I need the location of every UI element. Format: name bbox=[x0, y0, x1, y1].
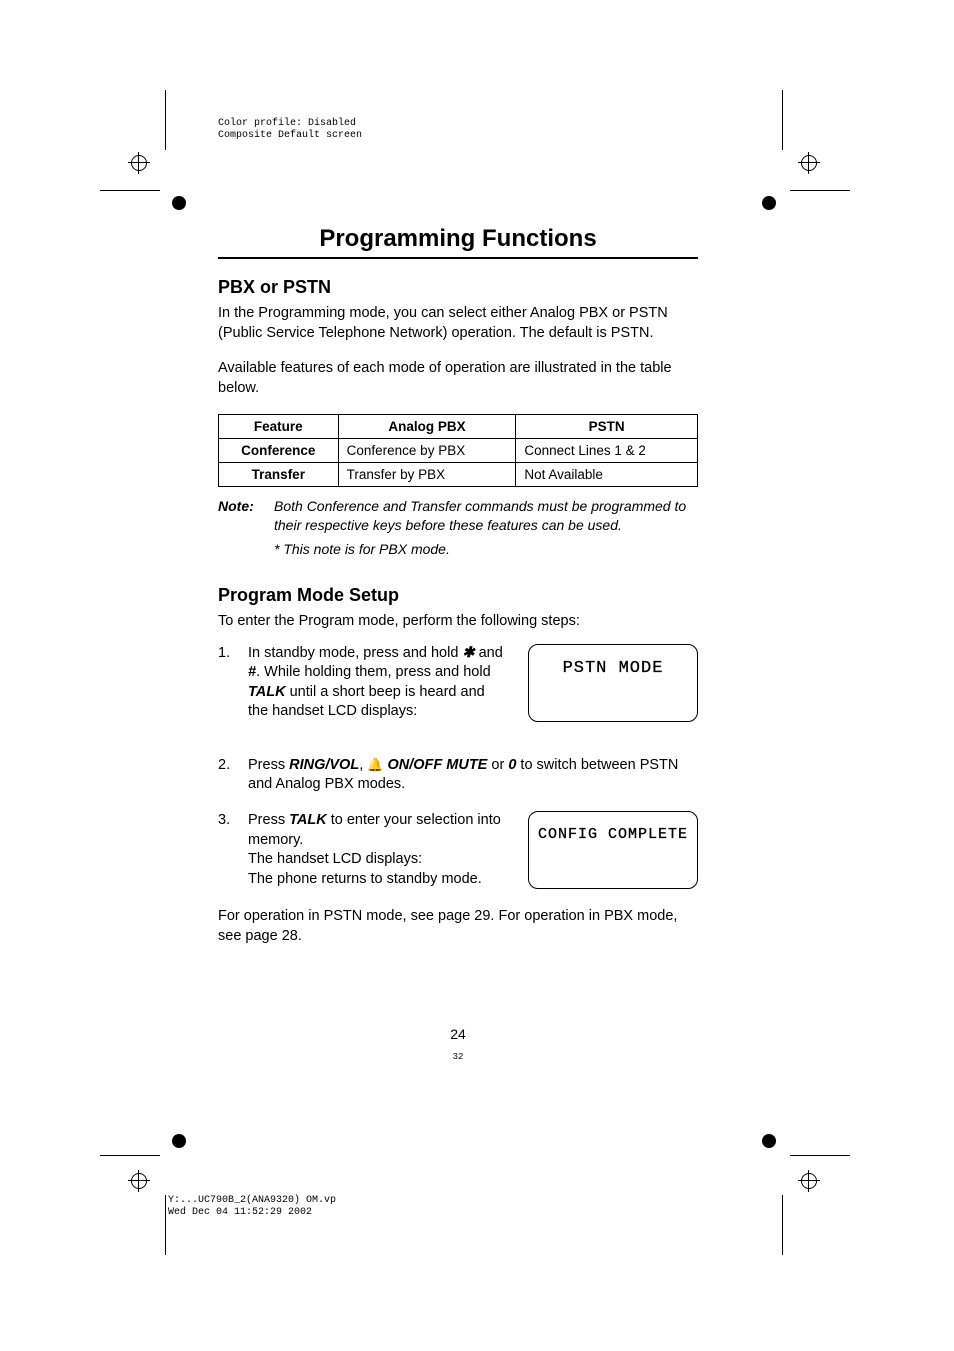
intro-paragraph-2: Available features of each mode of opera… bbox=[218, 359, 698, 398]
step-1-row: 1. In standby mode, press and hold ✱ and… bbox=[218, 644, 698, 738]
crop-dot bbox=[172, 1134, 186, 1148]
hash-key: # bbox=[248, 664, 256, 680]
cell-feature: Transfer bbox=[219, 463, 339, 487]
step-2: 2. Press RING/VOL, 🔔 ON/OFF MUTE or 0 to… bbox=[218, 756, 698, 795]
crop-mark bbox=[782, 90, 783, 150]
ring-vol-key: RING/VOL bbox=[289, 757, 359, 773]
crop-mark bbox=[100, 190, 160, 191]
crop-mark bbox=[790, 1155, 850, 1156]
table-row: Conference Conference by PBX Connect Lin… bbox=[219, 439, 698, 463]
step-body: Press RING/VOL, 🔔 ON/OFF MUTE or 0 to sw… bbox=[248, 756, 698, 795]
lcd-display-2: CONFIG COMPLETE bbox=[528, 811, 698, 889]
program-mode-intro: To enter the Program mode, perform the f… bbox=[218, 612, 698, 632]
table-header-row: Feature Analog PBX PSTN bbox=[219, 415, 698, 439]
step-body: Press TALK to enter your selection into … bbox=[248, 811, 504, 889]
crop-mark bbox=[100, 1155, 160, 1156]
page-content: Programming Functions PBX or PSTN In the… bbox=[218, 225, 698, 1062]
step-3: 3. Press TALK to enter your selection in… bbox=[218, 811, 504, 889]
asterisk-key: ✱ bbox=[462, 645, 474, 661]
regmark-top-left bbox=[128, 152, 158, 182]
feature-table: Feature Analog PBX PSTN Conference Confe… bbox=[218, 414, 698, 487]
page-number-small: 32 bbox=[218, 1052, 698, 1062]
bell-icon: 🔔 bbox=[367, 757, 383, 772]
section-program-mode-title: Program Mode Setup bbox=[218, 585, 698, 606]
cell-analog: Transfer by PBX bbox=[338, 463, 516, 487]
cell-pstn: Connect Lines 1 & 2 bbox=[516, 439, 698, 463]
th-feature: Feature bbox=[219, 415, 339, 439]
section-pbx-or-pstn-title: PBX or PSTN bbox=[218, 277, 698, 298]
onoff-mute-key: ON/OFF MUTE bbox=[383, 757, 487, 773]
cell-analog: Conference by PBX bbox=[338, 439, 516, 463]
step-3-row: 3. Press TALK to enter your selection in… bbox=[218, 811, 698, 889]
note-sub: * This note is for PBX mode. bbox=[274, 541, 698, 557]
meta-file-footer: Y:...UC790B_2(ANA9320) OM.vp Wed Dec 04 … bbox=[168, 1195, 336, 1219]
lcd-display-1: PSTN MODE bbox=[528, 644, 698, 722]
intro-paragraph-1: In the Programming mode, you can select … bbox=[218, 304, 698, 343]
cell-feature: Conference bbox=[219, 439, 339, 463]
regmark-bottom-left bbox=[128, 1170, 158, 1200]
lcd-text: CONFIG COMPLETE bbox=[538, 826, 688, 843]
step-number: 3. bbox=[218, 811, 248, 889]
crop-mark bbox=[165, 1195, 166, 1255]
regmark-top-right bbox=[798, 152, 828, 182]
crop-mark bbox=[782, 1195, 783, 1255]
crop-dot bbox=[762, 1134, 776, 1148]
step-1: 1. In standby mode, press and hold ✱ and… bbox=[218, 644, 504, 722]
lcd-text: PSTN MODE bbox=[563, 659, 664, 678]
note-block: Note: Both Conference and Transfer comma… bbox=[218, 497, 698, 535]
th-analog-pbx: Analog PBX bbox=[338, 415, 516, 439]
meta-color-profile: Color profile: Disabled Composite Defaul… bbox=[218, 118, 362, 142]
step-body: In standby mode, press and hold ✱ and #.… bbox=[248, 644, 504, 722]
step-number: 1. bbox=[218, 644, 248, 722]
cell-pstn: Not Available bbox=[516, 463, 698, 487]
table-row: Transfer Transfer by PBX Not Available bbox=[219, 463, 698, 487]
th-pstn: PSTN bbox=[516, 415, 698, 439]
regmark-bottom-right bbox=[798, 1170, 828, 1200]
talk-key: TALK bbox=[248, 684, 286, 700]
page-title: Programming Functions bbox=[218, 225, 698, 259]
step-number: 2. bbox=[218, 756, 248, 795]
talk-key: TALK bbox=[289, 812, 327, 828]
crop-mark bbox=[790, 190, 850, 191]
page-number: 24 bbox=[218, 1026, 698, 1042]
note-text: Both Conference and Transfer commands mu… bbox=[274, 497, 698, 535]
crop-mark bbox=[165, 90, 166, 150]
crop-dot bbox=[762, 196, 776, 210]
crop-dot bbox=[172, 196, 186, 210]
closing-paragraph: For operation in PSTN mode, see page 29.… bbox=[218, 907, 698, 946]
note-label: Note: bbox=[218, 497, 274, 535]
